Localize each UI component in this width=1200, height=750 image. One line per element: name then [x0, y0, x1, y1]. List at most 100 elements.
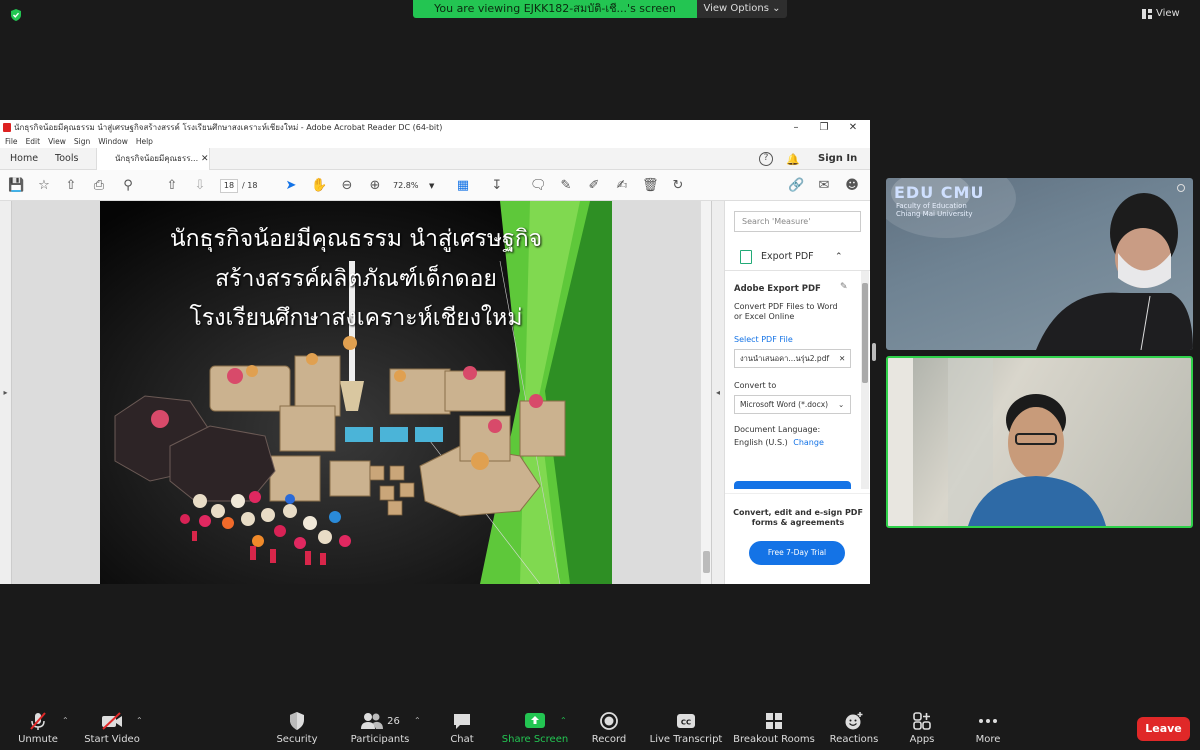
upload-icon[interactable]: ⇧	[63, 178, 79, 194]
video-options-caret-icon[interactable]: ⌃	[136, 716, 143, 725]
share-link-icon[interactable]: 🔗	[788, 178, 804, 194]
restore-button[interactable]: ❐	[812, 120, 836, 135]
bookmark-star-icon[interactable]: ☆	[36, 178, 52, 194]
security-shield-icon[interactable]	[9, 7, 23, 21]
help-icon[interactable]: ?	[759, 152, 773, 166]
audio-options-caret-icon[interactable]: ⌃	[62, 716, 69, 725]
email-icon[interactable]: ✉	[816, 178, 832, 194]
page-fit-icon[interactable]: ▦	[455, 178, 471, 194]
breakout-rooms-button[interactable]: Breakout Rooms	[733, 706, 815, 750]
participants-button[interactable]: 26 Participants	[348, 706, 412, 750]
previous-page-icon[interactable]: ⇧	[164, 178, 180, 194]
delete-icon[interactable]: 🗑	[642, 178, 659, 194]
menu-window[interactable]: Window	[98, 135, 128, 148]
start-video-button[interactable]: Start Video	[82, 706, 142, 750]
tab-bar: Home Tools นักธุรกิจน้อยมีคุณธรร... ✕ ? …	[0, 148, 870, 170]
print-icon[interactable]: ⎙	[91, 178, 107, 194]
share-options-caret-icon[interactable]: ⌃	[560, 716, 567, 725]
reactions-button[interactable]: Reactions	[826, 706, 882, 750]
menu-view[interactable]: View	[48, 135, 66, 148]
live-transcript-button[interactable]: CC Live Transcript	[648, 706, 724, 750]
close-tab-icon[interactable]: ✕	[201, 148, 209, 170]
minimize-button[interactable]: –	[784, 120, 808, 135]
convert-button[interactable]	[734, 481, 851, 489]
change-language-link[interactable]: Change	[793, 438, 824, 447]
zoom-in-icon[interactable]: ⊕	[367, 178, 383, 194]
tools-search-input[interactable]: Search 'Measure'	[734, 211, 861, 232]
video-tile-2-active-speaker[interactable]	[886, 356, 1193, 528]
menu-file[interactable]: File	[5, 135, 18, 148]
menu-edit[interactable]: Edit	[26, 135, 41, 148]
selected-file-name: งานนำเสนอคา...นรุ่น2.pdf	[740, 354, 830, 363]
page-number-input[interactable]: 18	[220, 179, 238, 193]
format-select[interactable]: Microsoft Word (*.docx) ⌄	[734, 395, 851, 414]
acrobat-logo-icon	[3, 123, 11, 132]
video-tile-1[interactable]: EDU CMU Faculty of Education Chiang Mai …	[886, 178, 1193, 350]
tile-options-icon[interactable]	[1177, 184, 1185, 192]
scroll-mode-icon[interactable]: ↧	[489, 178, 505, 194]
zoom-search-icon[interactable]: ⚲	[120, 178, 136, 194]
record-icon	[597, 710, 621, 732]
right-panel-toggle-icon[interactable]: ◂	[711, 201, 724, 584]
clear-file-icon[interactable]: ✕	[839, 350, 845, 367]
document-scrollbar[interactable]	[700, 201, 711, 584]
fill-sign-icon[interactable]: ✍	[614, 178, 630, 194]
more-button[interactable]: More	[966, 706, 1010, 750]
share-screen-button[interactable]: Share Screen	[500, 706, 570, 750]
apps-button[interactable]: Apps	[900, 706, 944, 750]
tab-document[interactable]: นักธุรกิจน้อยมีคุณธรร... ✕	[96, 148, 210, 170]
zoom-level-select[interactable]: 72.8% ▼	[393, 179, 439, 193]
security-button[interactable]: Security	[270, 706, 324, 750]
document-scrollbar-thumb[interactable]	[703, 551, 710, 573]
pane-scrollbar[interactable]	[861, 271, 869, 489]
sign-in-button[interactable]: Sign In	[818, 153, 857, 164]
chat-label: Chat	[450, 734, 474, 745]
left-panel-toggle-icon[interactable]: ▸	[0, 201, 12, 584]
view-button[interactable]: View	[1142, 6, 1194, 22]
menu-help[interactable]: Help	[136, 135, 153, 148]
save-icon[interactable]: 💾	[8, 178, 24, 194]
next-page-icon[interactable]: ⇩	[192, 178, 208, 194]
reactions-smiley-icon	[842, 710, 866, 732]
record-button[interactable]: Record	[586, 706, 632, 750]
select-pdf-label: Select PDF File	[734, 335, 793, 344]
leave-button[interactable]: Leave	[1137, 717, 1190, 741]
unmute-button[interactable]: Unmute	[14, 706, 62, 750]
rotate-icon[interactable]: ↻	[670, 178, 686, 194]
participants-label: Participants	[350, 734, 410, 745]
comment-icon[interactable]: 🗨	[530, 178, 547, 194]
split-view-handle[interactable]	[872, 343, 876, 361]
chat-button[interactable]: Chat	[440, 706, 484, 750]
tools-pane: Search 'Measure' Export PDF ⌃ Adobe Expo…	[724, 201, 870, 584]
edit-icon[interactable]: ✎	[840, 282, 848, 292]
free-trial-button[interactable]: Free 7-Day Trial	[749, 541, 845, 565]
chevron-up-icon[interactable]: ⌃	[835, 243, 843, 271]
view-options-button[interactable]: View Options ⌄	[697, 0, 787, 18]
acrobat-toolbar: 💾 ☆ ⇧ ⎙ ⚲ ⇧ ⇩ 18 / 18 ➤ ✋ ⊖ ⊕ 72.8% ▼ ▦ …	[0, 170, 870, 201]
close-window-button[interactable]: ✕	[841, 120, 865, 135]
apps-label: Apps	[909, 734, 935, 745]
menu-sign[interactable]: Sign	[74, 135, 90, 148]
more-dots-icon	[976, 710, 1000, 732]
document-view[interactable]: ▸ นักธุรกิจน้อยมีคุณธรรม นำสู่เศรษฐกิจ ส…	[0, 201, 724, 584]
faculty-text: Faculty of Education	[896, 202, 967, 210]
tab-tools[interactable]: Tools	[55, 148, 78, 170]
selected-file-field[interactable]: งานนำเสนอคา...นรุ่น2.pdf ✕	[734, 349, 851, 368]
select-cursor-icon[interactable]: ➤	[283, 178, 299, 194]
draw-icon[interactable]: ✐	[586, 178, 602, 194]
zoom-out-icon[interactable]: ⊖	[339, 178, 355, 194]
pane-scrollbar-thumb[interactable]	[862, 283, 868, 383]
highlight-pen-icon[interactable]: ✎	[558, 178, 574, 194]
chevron-down-icon: ▼	[428, 182, 435, 190]
share-screen-label: Share Screen	[501, 734, 569, 745]
participants-caret-icon[interactable]: ⌃	[414, 716, 421, 725]
reactions-label: Reactions	[829, 734, 879, 745]
user-account-icon[interactable]: ☻	[844, 178, 860, 194]
export-pdf-header[interactable]: Export PDF ⌃	[725, 243, 870, 271]
chat-bubble-icon	[450, 710, 474, 732]
tab-home[interactable]: Home	[10, 148, 38, 170]
document-language-label: Document Language:	[734, 425, 821, 434]
adobe-export-title: Adobe Export PDF	[734, 284, 821, 294]
bell-icon[interactable]: 🔔	[786, 153, 800, 166]
hand-tool-icon[interactable]: ✋	[311, 178, 327, 194]
